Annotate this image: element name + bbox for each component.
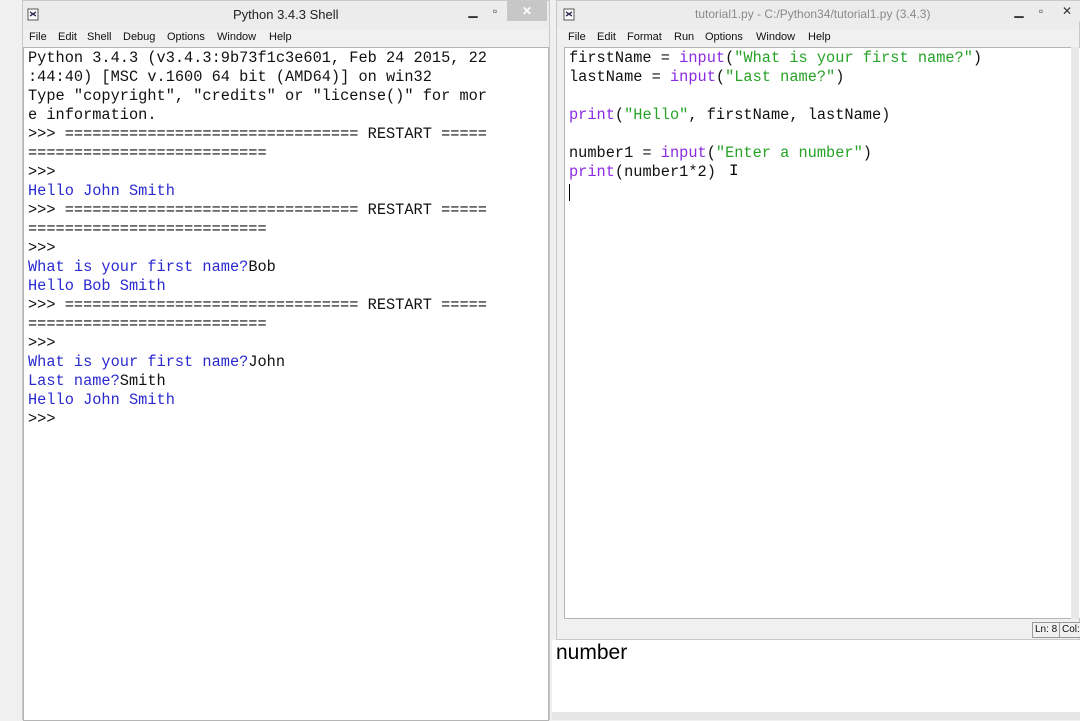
code-token: lastName = xyxy=(569,68,670,86)
shell-line: >>> ================================ RES… xyxy=(28,125,487,143)
status-column: Col: 0 xyxy=(1059,622,1080,638)
bottom-edge xyxy=(552,712,1080,720)
shell-line: Hello Bob Smith xyxy=(28,277,166,295)
shell-line: >>> xyxy=(28,239,56,257)
editor-menu-options[interactable]: Options xyxy=(705,31,743,43)
editor-statusbar: Ln: 8 Col: 0 xyxy=(557,620,1080,638)
editor-title: tutorial1.py - C:/Python34/tutorial1.py … xyxy=(695,7,931,21)
caption-area: number xyxy=(552,640,1080,712)
menu-debug[interactable]: Debug xyxy=(123,31,155,43)
menu-window[interactable]: Window xyxy=(217,31,256,43)
code-line: print(number1*2) xyxy=(569,163,716,182)
code-token: "What is your first name?" xyxy=(734,49,973,67)
minimize-button[interactable]: ▁ xyxy=(463,1,483,21)
shell-title: Python 3.4.3 Shell xyxy=(233,7,339,22)
code-token: (number1*2) xyxy=(614,163,716,181)
shell-line: >>> ================================ RES… xyxy=(28,296,487,314)
code-token: ) xyxy=(862,144,872,162)
shell-line: Hello John Smith xyxy=(28,182,175,200)
editor-maximize-button[interactable]: ▫ xyxy=(1031,1,1051,21)
menu-help[interactable]: Help xyxy=(269,31,292,43)
ibeam-cursor-icon: I xyxy=(729,162,739,180)
code-line: lastName = input("Last name?") xyxy=(569,68,844,87)
python-feather-icon xyxy=(27,8,39,21)
editor-titlebar[interactable]: tutorial1.py - C:/Python34/tutorial1.py … xyxy=(557,1,1080,29)
code-token: ( xyxy=(715,68,726,86)
shell-user-input: John xyxy=(248,353,286,371)
code-token: ) xyxy=(835,68,845,86)
code-token: "Enter a number" xyxy=(715,144,863,162)
shell-line: >>> ================================ RES… xyxy=(28,201,487,219)
code-token: input xyxy=(669,68,716,86)
shell-line: >>> xyxy=(28,334,56,352)
editor-menu-run[interactable]: Run xyxy=(674,31,694,43)
shell-line: Type "copyright", "credits" or "license(… xyxy=(28,87,487,105)
editor-window: tutorial1.py - C:/Python34/tutorial1.py … xyxy=(556,0,1080,640)
shell-line: >>> xyxy=(28,410,65,428)
shell-window: Python 3.4.3 Shell ▁ ▫ ✕ File Edit Shell… xyxy=(22,0,550,721)
shell-line: What is your first name?Bob xyxy=(28,258,276,277)
code-token: input xyxy=(679,49,726,67)
code-line: number1 = input("Enter a number") xyxy=(569,144,872,163)
shell-prompt-text: Last name? xyxy=(28,372,120,390)
code-token: print xyxy=(569,163,615,181)
editor-menu-edit[interactable]: Edit xyxy=(597,31,616,43)
code-token: "Hello" xyxy=(624,106,689,124)
code-token: ) xyxy=(972,49,983,67)
code-token: "Last name?" xyxy=(725,68,836,86)
shell-user-input: Smith xyxy=(119,372,166,390)
code-token: ( xyxy=(706,144,716,162)
status-line: Ln: 8 xyxy=(1032,622,1061,638)
python-file-icon xyxy=(563,8,575,21)
shell-prompt-text: What is your first name? xyxy=(28,258,249,276)
shell-line: e information. xyxy=(28,106,157,124)
editor-menubar: File Edit Format Run Options Window Help xyxy=(557,29,1079,47)
text-cursor xyxy=(569,184,570,201)
editor-menu-file[interactable]: File xyxy=(568,31,586,43)
menu-edit[interactable]: Edit xyxy=(58,31,77,43)
close-button[interactable]: ✕ xyxy=(507,1,547,21)
shell-line: Hello John Smith xyxy=(28,391,175,409)
shell-line: ========================== xyxy=(28,220,267,238)
menu-shell[interactable]: Shell xyxy=(87,31,111,43)
shell-line: >>> xyxy=(28,163,56,181)
editor-menu-help[interactable]: Help xyxy=(808,31,831,43)
shell-line: :44:40) [MSC v.1600 64 bit (AMD64)] on w… xyxy=(28,68,432,86)
editor-close-button[interactable]: ✕ xyxy=(1053,1,1080,21)
shell-prompt-text: What is your first name? xyxy=(28,353,249,371)
menu-file[interactable]: File xyxy=(29,31,47,43)
shell-line: Python 3.4.3 (v3.4.3:9b73f1c3e601, Feb 2… xyxy=(28,49,487,67)
code-token: ( xyxy=(725,49,735,67)
shell-line: What is your first name?John xyxy=(28,353,285,372)
shell-menubar: File Edit Shell Debug Options Window Hel… xyxy=(23,29,549,47)
shell-titlebar[interactable]: Python 3.4.3 Shell ▁ ▫ ✕ xyxy=(23,1,549,29)
shell-line: ========================== xyxy=(28,144,267,162)
caption-text: number xyxy=(556,641,628,664)
editor-menu-window[interactable]: Window xyxy=(756,31,795,43)
code-token: input xyxy=(660,144,707,162)
code-token: ( xyxy=(614,106,625,124)
code-token: number1 = xyxy=(569,144,661,162)
code-line: print("Hello", firstName, lastName) xyxy=(569,106,890,125)
shell-user-input: Bob xyxy=(248,258,276,276)
menu-options[interactable]: Options xyxy=(167,31,205,43)
editor-menu-format[interactable]: Format xyxy=(627,31,662,43)
code-token: firstName = xyxy=(569,49,680,67)
shell-line: Last name?Smith xyxy=(28,372,166,391)
code-line: firstName = input("What is your first na… xyxy=(569,49,982,68)
editor-scrollbar[interactable] xyxy=(1071,47,1079,619)
shell-line: ========================== xyxy=(28,315,267,333)
editor-minimize-button[interactable]: ▁ xyxy=(1009,1,1029,21)
code-token: print xyxy=(569,106,615,124)
maximize-button[interactable]: ▫ xyxy=(485,1,505,21)
code-token: , firstName, lastName) xyxy=(688,106,891,124)
editor-text-area[interactable]: I firstName = input("What is your first … xyxy=(564,47,1080,619)
shell-text-area[interactable]: Python 3.4.3 (v3.4.3:9b73f1c3e601, Feb 2… xyxy=(23,47,549,721)
